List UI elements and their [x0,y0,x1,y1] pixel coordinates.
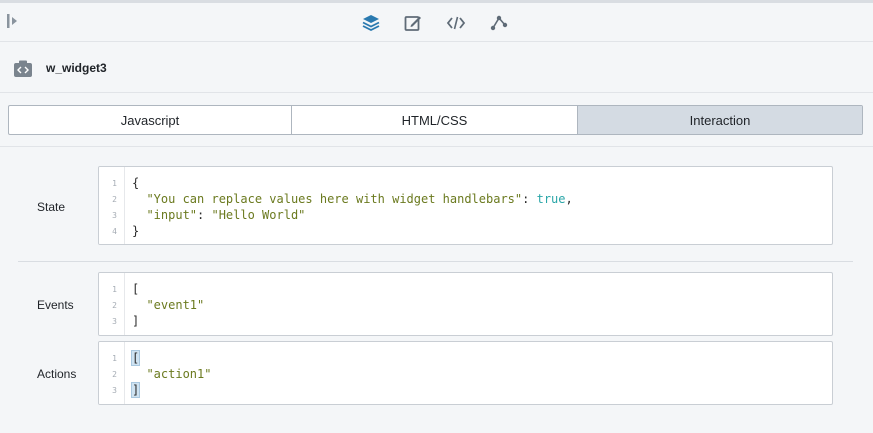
matched-bracket: [ [130,350,141,366]
code-token: [ [132,282,140,296]
line-number: 2 [112,370,117,379]
code-token: } [132,224,140,238]
state-editor[interactable]: 1 2 3 4 { "You can replace values here w… [98,166,833,245]
tab-html-css[interactable]: HTML/CSS [292,106,578,134]
code-token: "input" [146,208,198,222]
code-icon[interactable] [446,13,466,33]
code-token: : [197,208,212,222]
layers-icon[interactable] [361,13,381,33]
line-number: 3 [112,211,117,220]
code-line: "action1" [132,366,211,382]
line-number: 1 [112,179,117,188]
code-token: "event1" [146,298,205,312]
section-divider [18,261,853,262]
code-line: ] [132,313,139,329]
code-token: "action1" [146,367,212,381]
connection-icon[interactable] [489,13,509,33]
code-token: true [536,192,566,206]
tab-bar: Javascript HTML/CSS Interaction [8,105,863,135]
panel-collapse-icon[interactable] [6,13,20,29]
widget-title: w_widget3 [46,61,107,75]
tab-interaction[interactable]: Interaction [578,106,862,134]
code-token: { [132,176,140,190]
tab-javascript[interactable]: Javascript [9,106,292,134]
line-number: 1 [112,354,117,363]
state-label: State [37,200,66,214]
code-token: "Hello World" [211,208,306,222]
edit-icon[interactable] [403,13,423,33]
code-line: { [132,175,139,191]
code-line: ] [130,382,141,398]
line-number: 2 [112,301,117,310]
divider [0,146,873,147]
code-token: , [565,192,573,206]
line-number: 2 [112,195,117,204]
line-number: 4 [112,227,117,236]
code-line: [ [130,350,141,366]
widget-header: w_widget3 [0,43,873,93]
toolbar [0,3,873,42]
matched-bracket: ] [130,382,141,398]
line-gutter: 1 2 3 [99,273,125,335]
code-token: : [522,192,537,206]
line-number: 1 [112,285,117,294]
code-line: "event1" [132,297,204,313]
code-token: ] [132,314,140,328]
code-line: } [132,223,139,239]
events-label: Events [37,298,74,312]
events-editor[interactable]: 1 2 3 [ "event1" ] [98,272,833,336]
widget-code-icon [13,60,33,78]
line-gutter: 1 2 3 4 [99,167,125,244]
actions-label: Actions [37,367,77,381]
line-number: 3 [112,317,117,326]
code-line: "input": "Hello World" [132,207,305,223]
code-token: "You can replace values here with widget… [146,192,523,206]
code-line: "You can replace values here with widget… [132,191,573,207]
actions-editor[interactable]: 1 2 3 [ "action1" ] [98,341,833,405]
line-gutter: 1 2 3 [99,342,125,404]
code-line: [ [132,281,139,297]
line-number: 3 [112,386,117,395]
